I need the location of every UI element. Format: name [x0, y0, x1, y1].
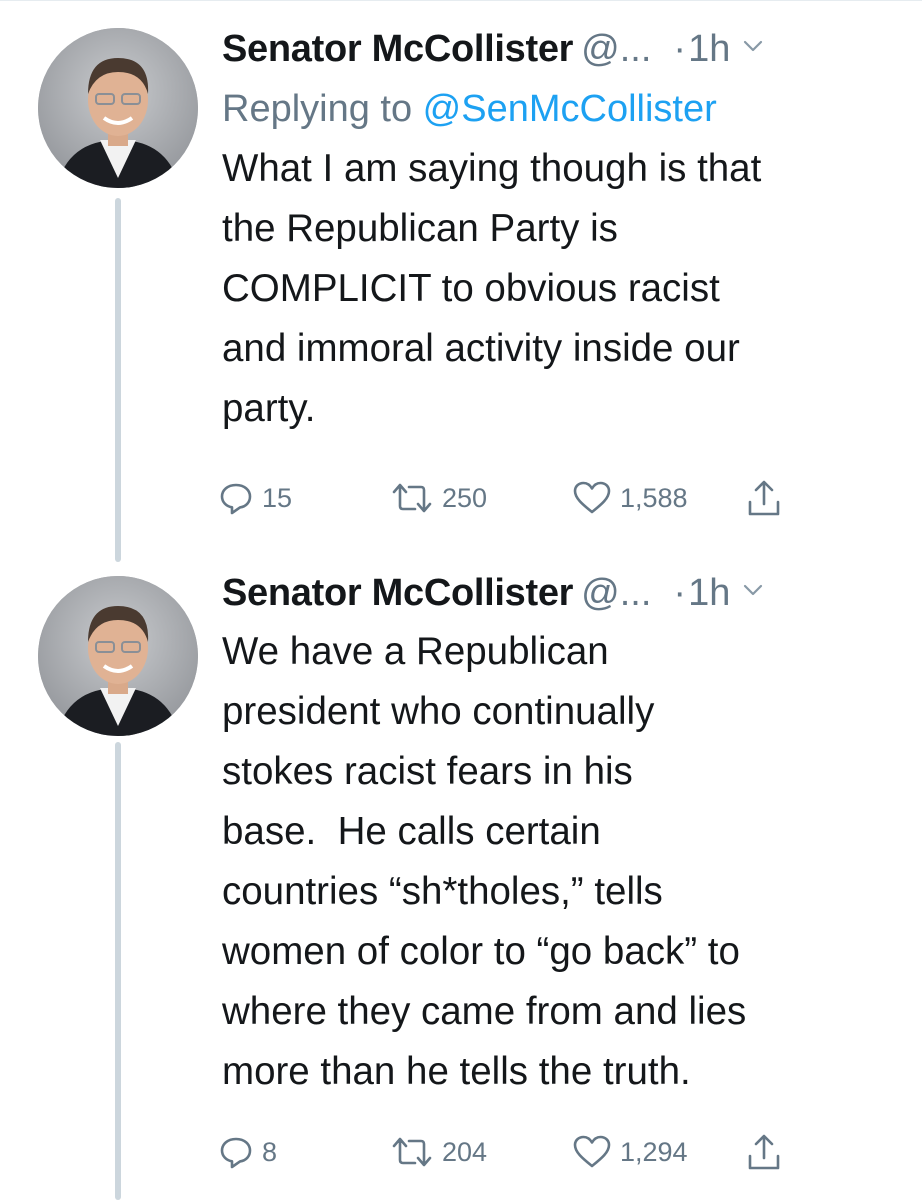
top-divider — [0, 0, 922, 1]
author-name[interactable]: Senator McCollister — [222, 572, 573, 615]
like-count: 1,294 — [620, 1136, 688, 1167]
retweet-icon — [392, 1137, 432, 1167]
heart-icon — [573, 481, 611, 514]
separator-dot: · — [673, 572, 687, 614]
tweet-header: Senator McCollister @... · 1h — [222, 572, 892, 620]
retweet-button[interactable]: 250 — [390, 480, 487, 516]
avatar[interactable] — [38, 28, 198, 188]
share-button[interactable] — [746, 1132, 782, 1172]
reply-button[interactable]: 15 — [218, 480, 292, 516]
reply-button[interactable]: 8 — [218, 1134, 277, 1170]
chevron-down-icon[interactable] — [742, 579, 764, 601]
replying-to-label: Replying to — [222, 88, 423, 130]
like-button[interactable]: 1,588 — [572, 480, 688, 516]
tweet: Senator McCollister @... · 1h Replying t… — [222, 28, 892, 439]
like-button[interactable]: 1,294 — [572, 1134, 688, 1170]
thread-connector — [115, 742, 121, 1200]
share-button[interactable] — [746, 478, 782, 518]
heart-icon — [573, 1135, 611, 1168]
tweet: Senator McCollister @... · 1h We have a … — [222, 572, 892, 1102]
timestamp[interactable]: 1h — [688, 28, 730, 71]
avatar[interactable] — [38, 576, 198, 736]
author-handle[interactable]: @... — [581, 572, 651, 615]
share-icon — [748, 1134, 780, 1170]
chevron-down-icon[interactable] — [742, 35, 764, 57]
share-icon — [748, 480, 780, 516]
tweet-text: What I am saying though is that the Repu… — [222, 147, 762, 430]
retweet-count: 204 — [442, 1136, 488, 1167]
reply-icon — [220, 1137, 252, 1169]
thread-connector — [115, 198, 121, 562]
like-count: 1,588 — [620, 482, 688, 513]
retweet-button[interactable]: 204 — [390, 1134, 487, 1170]
timestamp[interactable]: 1h — [688, 572, 730, 615]
replying-to-handle[interactable]: @SenMcCollister — [423, 88, 717, 130]
tweet-header: Senator McCollister @... · 1h — [222, 28, 892, 76]
replying-to: Replying to @SenMcCollister — [222, 88, 892, 131]
tweet-text: We have a Republican president who conti… — [222, 630, 747, 1093]
reply-count: 8 — [262, 1136, 278, 1167]
retweet-icon — [392, 483, 432, 513]
reply-icon — [220, 483, 252, 515]
author-name[interactable]: Senator McCollister — [222, 28, 573, 71]
reply-count: 15 — [262, 482, 293, 513]
separator-dot: · — [673, 28, 687, 70]
retweet-count: 250 — [442, 482, 488, 513]
author-handle[interactable]: @... — [581, 28, 651, 71]
